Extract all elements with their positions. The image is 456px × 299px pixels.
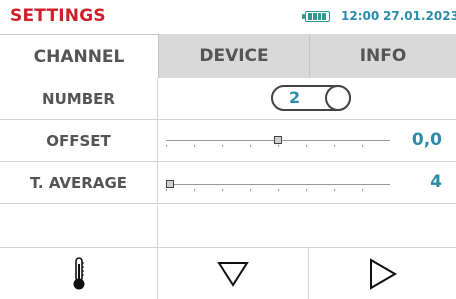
bottom-toolbar: [0, 248, 456, 299]
slider-track: [166, 184, 390, 185]
tab-info[interactable]: INFO: [309, 34, 456, 78]
clock-time: 12:00: [341, 9, 380, 23]
triangle-right-icon: [369, 257, 397, 290]
slider-ticks: [166, 145, 390, 147]
offset-value: 0,0: [411, 130, 442, 150]
tab-bar: CHANNEL DEVICE INFO: [0, 34, 456, 78]
number-value: 2: [289, 88, 301, 107]
slider-handle[interactable]: [166, 180, 174, 188]
empty-row: [0, 206, 456, 248]
average-value: 4: [430, 172, 442, 192]
number-toggle[interactable]: 2: [271, 85, 351, 111]
empty-cell: [0, 206, 158, 247]
offset-slider[interactable]: [166, 132, 390, 152]
average-slider[interactable]: [166, 176, 390, 196]
slider-ticks: [166, 189, 390, 191]
average-row: T. AVERAGE 4: [0, 162, 456, 204]
slider-handle[interactable]: [274, 136, 282, 144]
status-bar: SETTINGS 12:00 27.01.2023: [0, 0, 456, 34]
offset-row: OFFSET 0,0: [0, 120, 456, 162]
next-button[interactable]: [309, 248, 456, 299]
triangle-down-icon: [217, 261, 249, 287]
clock-date: 27.01.2023: [383, 9, 456, 23]
tab-device[interactable]: DEVICE: [158, 34, 309, 78]
tab-channel[interactable]: CHANNEL: [0, 34, 158, 78]
down-button[interactable]: [158, 248, 309, 299]
number-row: NUMBER 2: [0, 78, 456, 120]
average-label: T. AVERAGE: [0, 162, 158, 203]
thermometer-icon: [73, 256, 84, 289]
battery-icon: [302, 11, 330, 22]
offset-label: OFFSET: [0, 120, 158, 161]
toggle-knob: [325, 85, 351, 111]
temperature-button[interactable]: [0, 248, 158, 299]
number-label: NUMBER: [0, 78, 158, 119]
page-title: SETTINGS: [10, 6, 106, 26]
